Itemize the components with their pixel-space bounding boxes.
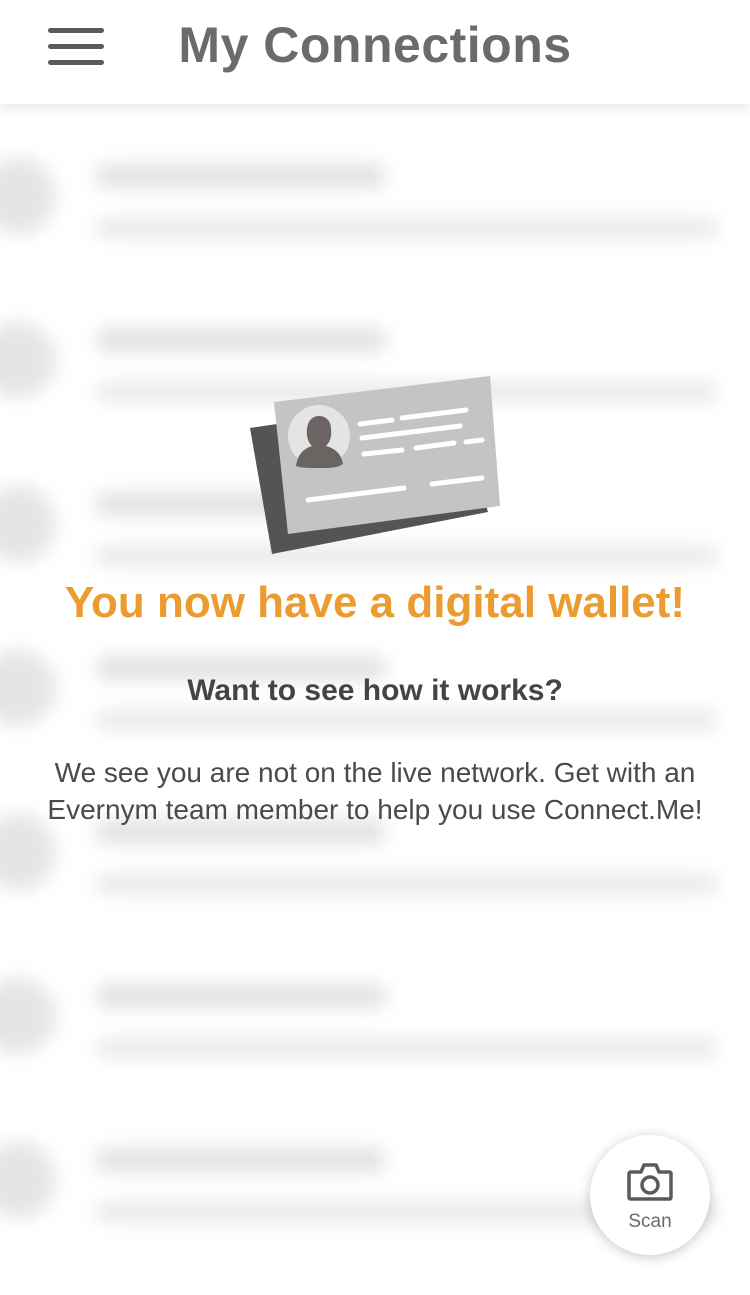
placeholder-line [96,710,718,730]
placeholder-avatar [0,322,56,398]
page-title: My Connections [178,17,572,73]
placeholder-avatar [0,978,56,1054]
id-card-icon [250,376,500,554]
placeholder-line [96,328,386,352]
network-message: We see you are not on the live network. … [47,757,703,825]
placeholder-line [96,1148,386,1172]
placeholder-line [96,218,718,238]
placeholder-avatar [0,1142,56,1218]
placeholder-line [96,1038,718,1058]
scan-label: Scan [628,1211,672,1232]
placeholder-avatar [0,158,56,234]
scan-button[interactable]: Scan [590,1135,710,1255]
placeholder-line [96,874,718,894]
placeholder-avatar [0,486,56,562]
placeholder-row [0,148,750,268]
wallet-headline: You now have a digital wallet! [64,578,686,627]
placeholder-line [96,164,386,188]
placeholder-line [96,984,386,1008]
app-header: My Connections [0,0,750,104]
how-it-works-subheading: Want to see how it works? [187,674,563,707]
placeholder-row [0,968,750,1088]
camera-icon [627,1163,673,1201]
